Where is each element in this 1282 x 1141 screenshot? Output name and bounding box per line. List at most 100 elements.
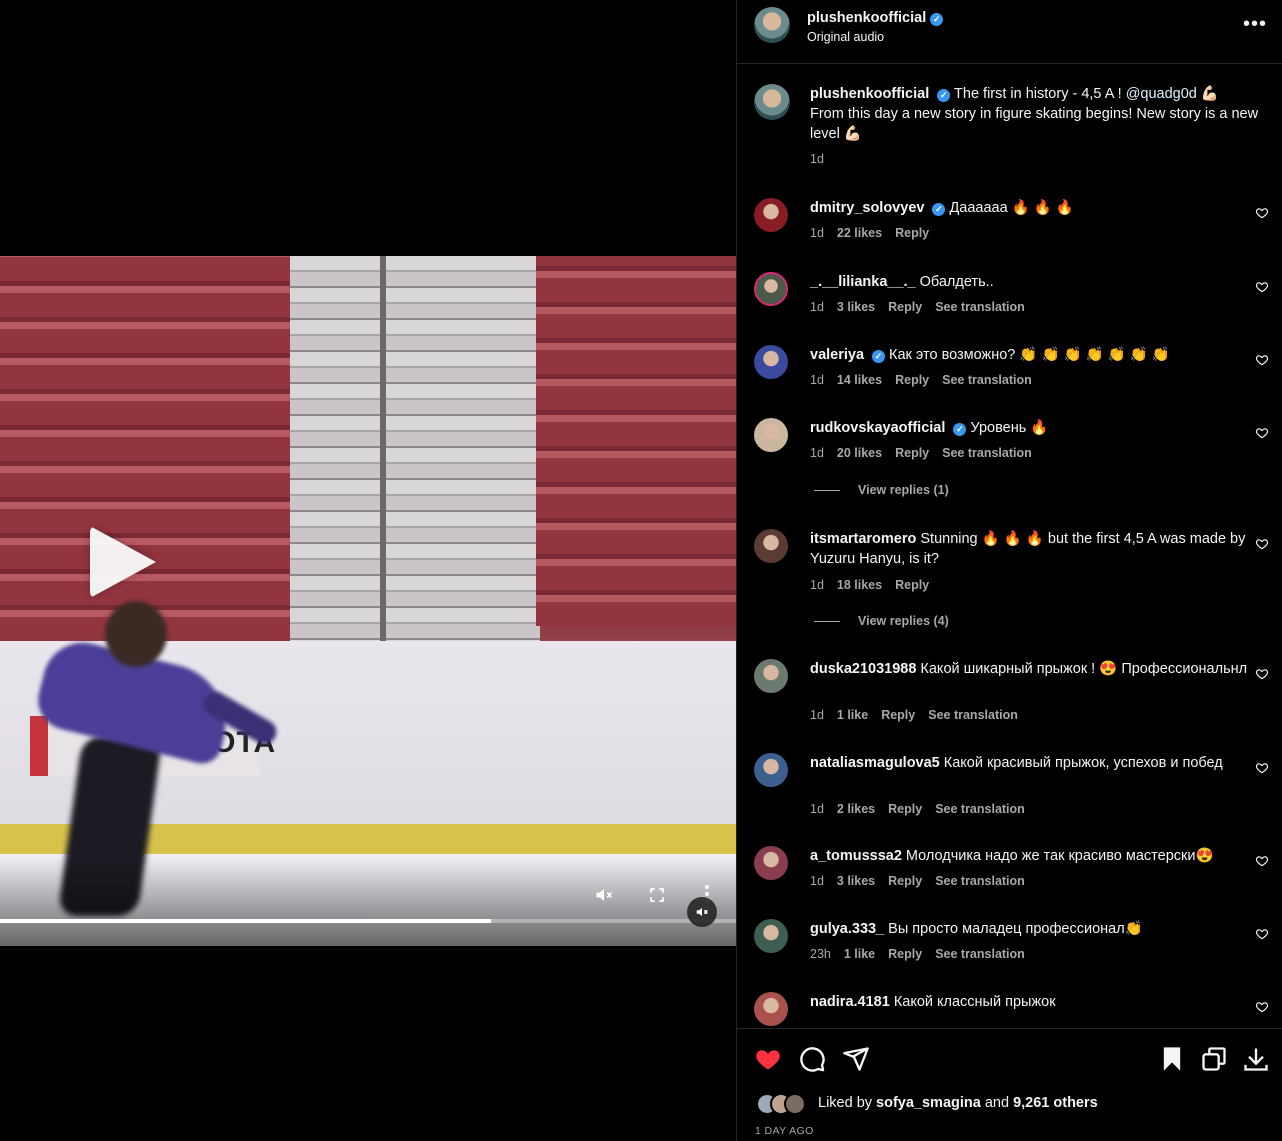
comment-text: nataliasmagulova5 Какой красивый прыжок, … — [810, 753, 1250, 773]
comment-likes[interactable]: 20 likes — [837, 446, 882, 460]
comment-meta: 1d 18 likes Reply — [810, 578, 942, 592]
commenter-avatar[interactable] — [754, 418, 788, 452]
download-icon[interactable] — [1242, 1045, 1270, 1073]
see-translation-button[interactable]: See translation — [942, 373, 1032, 387]
comment-body: Какой классный прыжок — [893, 994, 1056, 1010]
see-translation-button[interactable]: See translation — [935, 802, 1025, 816]
comment-body: Как это возможно? 👏 👏 👏 👏 👏 👏 👏 — [889, 347, 1170, 363]
comment-body: Молодчика надо же так красиво мастерски😍 — [905, 848, 1214, 864]
audio-label[interactable]: Original audio — [807, 30, 884, 44]
caption-age-text: 1d — [810, 152, 824, 166]
see-translation-button[interactable]: See translation — [935, 300, 1025, 314]
comment-like-icon[interactable] — [1255, 280, 1269, 294]
fullscreen-icon[interactable] — [648, 886, 666, 907]
more-options-icon[interactable]: ••• — [1243, 13, 1267, 36]
comment-username[interactable]: gulya.333_ — [810, 921, 884, 937]
comment-username[interactable]: valeriya — [810, 347, 864, 363]
video-player[interactable]: TOYOTA — [0, 256, 736, 946]
comment-likes[interactable]: 3 likes — [837, 874, 875, 888]
commenter-avatar[interactable] — [754, 992, 788, 1026]
commenter-avatar[interactable] — [754, 198, 788, 232]
comment-username[interactable]: itsmartaromero — [810, 531, 916, 547]
comment-like-icon[interactable] — [1255, 761, 1269, 775]
reply-button[interactable]: Reply — [888, 802, 922, 816]
view-replies-button[interactable]: View replies (1) — [814, 483, 949, 497]
comment-like-icon[interactable] — [1255, 1000, 1269, 1014]
verified-icon: ✓ — [932, 203, 946, 216]
commenter-avatar[interactable] — [754, 345, 788, 379]
video-progress-bar[interactable] — [0, 919, 736, 923]
comment-icon[interactable] — [798, 1045, 826, 1073]
reply-button[interactable]: Reply — [888, 947, 922, 961]
comment-text: rudkovskayaofficial ✓ Уровень 🔥 — [810, 418, 1250, 438]
comment-likes[interactable]: 22 likes — [837, 226, 882, 240]
comment-like-icon[interactable] — [1255, 426, 1269, 440]
view-replies-button[interactable]: View replies (4) — [814, 614, 949, 628]
see-translation-button[interactable]: See translation — [935, 947, 1025, 961]
comment-username[interactable]: a_tomusssa2 — [810, 848, 902, 864]
share-icon[interactable] — [842, 1045, 870, 1073]
replies-divider — [814, 621, 840, 623]
comment-username[interactable]: rudkovskayaofficial — [810, 420, 945, 436]
comment-like-icon[interactable] — [1255, 927, 1269, 941]
comment-meta: 1d 22 likes Reply — [810, 226, 942, 240]
video-controls — [0, 856, 736, 946]
comment-like-icon[interactable] — [1255, 854, 1269, 868]
reply-button[interactable]: Reply — [888, 300, 922, 314]
author-username[interactable]: plushenkoofficial — [807, 10, 926, 26]
comment-likes[interactable]: 1 like — [844, 947, 875, 961]
like-count[interactable]: 9,261 others — [1013, 1095, 1098, 1111]
caption-age: 1d — [810, 152, 837, 166]
author-avatar[interactable] — [754, 7, 790, 43]
post-timestamp[interactable]: 1 DAY AGO — [755, 1125, 814, 1137]
comment-username[interactable]: _.__lilianka__._ — [810, 274, 916, 290]
comment-username[interactable]: dmitry_solovyev — [810, 200, 924, 216]
caption-mention[interactable]: @quadg0d — [1126, 86, 1197, 102]
caption-username[interactable]: plushenkoofficial — [810, 86, 929, 102]
reply-button[interactable]: Reply — [895, 578, 929, 592]
comment-like-icon[interactable] — [1255, 353, 1269, 367]
comment-likes[interactable]: 18 likes — [837, 578, 882, 592]
reply-button[interactable]: Reply — [895, 373, 929, 387]
liked-by-user[interactable]: sofya_smagina — [876, 1095, 981, 1111]
comment-likes[interactable]: 14 likes — [837, 373, 882, 387]
comment-meta: 23h 1 like Reply See translation — [810, 947, 1038, 961]
comment-like-icon[interactable] — [1255, 206, 1269, 220]
see-translation-button[interactable]: See translation — [935, 874, 1025, 888]
heart-icon[interactable] — [754, 1045, 782, 1073]
commenter-avatar[interactable] — [754, 753, 788, 787]
caption-avatar[interactable] — [754, 84, 790, 120]
mute-icon[interactable] — [594, 885, 614, 908]
verified-icon: ✓ — [930, 13, 944, 26]
copy-icon[interactable] — [1200, 1045, 1228, 1073]
reply-button[interactable]: Reply — [895, 446, 929, 460]
see-translation-button[interactable]: See translation — [928, 708, 1018, 722]
comment-body: Вы просто маладец профессионал👏 — [888, 921, 1143, 937]
commenter-avatar[interactable] — [754, 659, 788, 693]
bookmark-icon[interactable] — [1158, 1045, 1186, 1073]
commenter-avatar[interactable] — [754, 529, 788, 563]
see-translation-button[interactable]: See translation — [942, 446, 1032, 460]
comment-likes[interactable]: 2 likes — [837, 802, 875, 816]
verified-icon: ✓ — [872, 350, 886, 363]
reply-button[interactable]: Reply — [888, 874, 922, 888]
comment-likes[interactable]: 1 like — [837, 708, 868, 722]
commenter-avatar[interactable] — [754, 272, 788, 306]
comment-text: gulya.333_ Вы просто маладец профессионал… — [810, 919, 1250, 939]
comment-likes[interactable]: 3 likes — [837, 300, 875, 314]
play-icon[interactable] — [90, 526, 156, 598]
commenter-avatar[interactable] — [754, 919, 788, 953]
video-progress-fill — [0, 919, 491, 923]
video-pane: TOYOTA — [0, 0, 736, 1141]
comment-like-icon[interactable] — [1255, 667, 1269, 681]
comment-like-icon[interactable] — [1255, 537, 1269, 551]
liker-avatar[interactable] — [784, 1093, 806, 1115]
comment-username[interactable]: nadira.4181 — [810, 994, 890, 1010]
muted-badge[interactable] — [687, 897, 717, 927]
comment-username[interactable]: nataliasmagulova5 — [810, 755, 940, 771]
commenter-avatar[interactable] — [754, 846, 788, 880]
verified-icon: ✓ — [937, 89, 951, 102]
comment-username[interactable]: duska21031988 — [810, 661, 916, 677]
reply-button[interactable]: Reply — [881, 708, 915, 722]
reply-button[interactable]: Reply — [895, 226, 929, 240]
